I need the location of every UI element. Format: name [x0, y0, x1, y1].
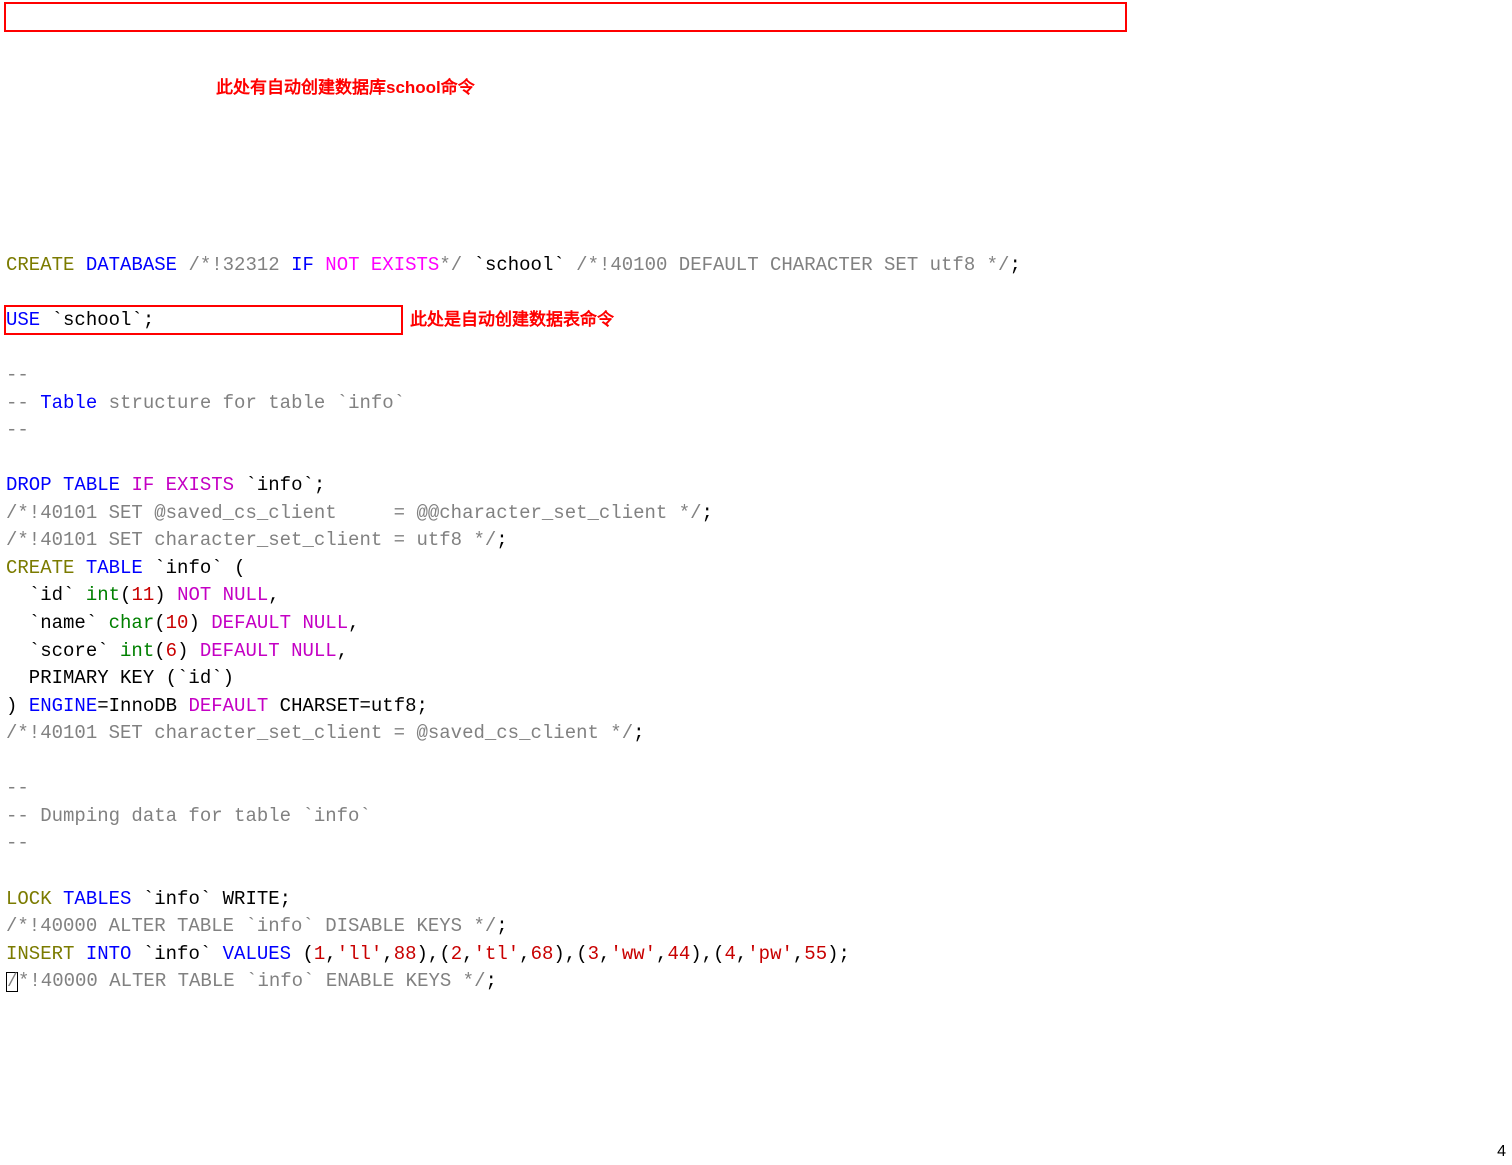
code-line-engine: ) ENGINE=InnoDB DEFAULT CHARSET=utf8;	[6, 695, 428, 717]
code-line-drop: DROP TABLE IF EXISTS `info`;	[6, 474, 325, 496]
code-line-use: USE `school`;	[6, 309, 154, 331]
highlight-box-create-database	[4, 2, 1127, 32]
code-line-insert: INSERT INTO `info` VALUES (1,'ll',88),(2…	[6, 943, 850, 965]
code-line-alter2: /*!40000 ALTER TABLE `info` ENABLE KEYS …	[6, 970, 497, 992]
code-comment-dump: -- -- Dumping data for table `info` --	[6, 777, 371, 854]
code-line-col-score: `score` int(6) DEFAULT NULL,	[6, 640, 348, 662]
page-number: 4	[1497, 1140, 1506, 1163]
annotation-create-table: 此处是自动创建数据表命令	[410, 308, 614, 333]
code-line-set2: /*!40101 SET character_set_client = utf8…	[6, 529, 508, 551]
code-line-1: CREATE DATABASE /*!32312 IF NOT EXISTS*/…	[6, 254, 1021, 276]
code-line-col-name: `name` char(10) DEFAULT NULL,	[6, 612, 360, 634]
code-line-lock: LOCK TABLES `info` WRITE;	[6, 888, 291, 910]
code-line-create-table: CREATE TABLE `info` (	[6, 557, 245, 579]
code-line-set3: /*!40101 SET character_set_client = @sav…	[6, 722, 645, 744]
code-line-pk: PRIMARY KEY (`id`)	[6, 667, 234, 689]
text-cursor-icon: /	[6, 972, 18, 992]
code-comment: -- -- Table structure for table `info` -…	[6, 364, 405, 441]
code-line-set1: /*!40101 SET @saved_cs_client = @@charac…	[6, 502, 713, 524]
code-line-alter1: /*!40000 ALTER TABLE `info` DISABLE KEYS…	[6, 915, 508, 937]
annotation-create-database: 此处有自动创建数据库school命令	[216, 76, 475, 101]
code-line-col-id: `id` int(11) NOT NULL,	[6, 584, 280, 606]
